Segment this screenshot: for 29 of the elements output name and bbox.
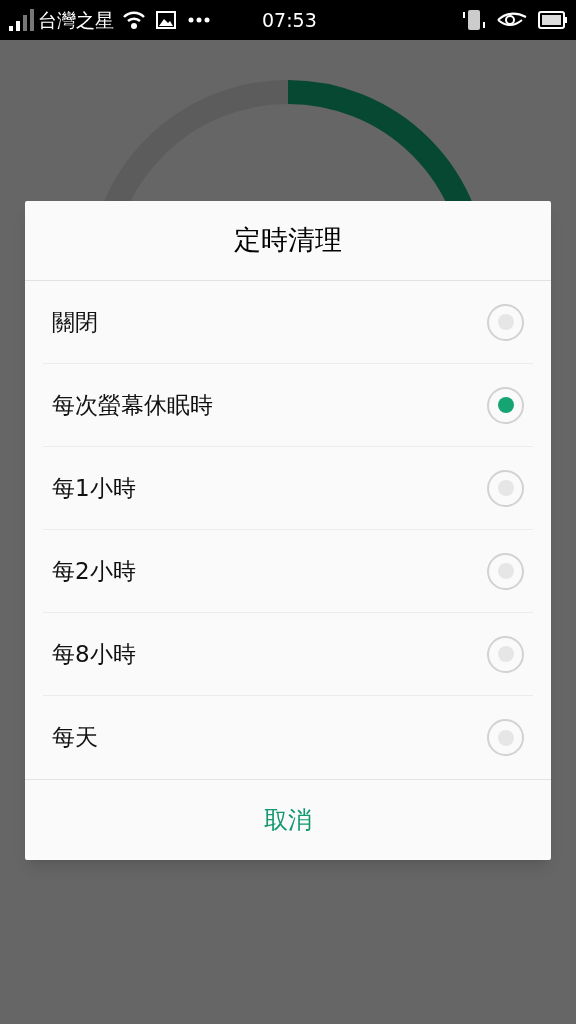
more-icon [188, 17, 210, 23]
option-row[interactable]: 每次螢幕休眠時 [43, 364, 533, 447]
option-row[interactable]: 每天 [43, 696, 533, 779]
radio-button[interactable] [487, 635, 524, 673]
option-label: 關閉 [52, 307, 98, 337]
carrier-name: 台灣之星 [38, 7, 114, 33]
option-row[interactable]: 每8小時 [43, 613, 533, 696]
clock-time: 07:53 [262, 7, 317, 33]
option-row[interactable]: 每1小時 [43, 447, 533, 530]
option-label: 每8小時 [52, 639, 136, 669]
option-label: 每天 [52, 723, 98, 753]
radio-button[interactable] [487, 303, 524, 341]
option-label: 每2小時 [52, 556, 136, 586]
battery-icon [538, 11, 568, 29]
radio-button[interactable] [487, 552, 524, 590]
radio-button[interactable] [487, 719, 524, 756]
radio-button[interactable] [487, 386, 524, 424]
dialog-title: 定時清理 [234, 223, 342, 258]
option-label: 每1小時 [52, 473, 136, 503]
eye-icon [496, 11, 528, 29]
option-row[interactable]: 關閉 [43, 281, 533, 364]
wifi-icon [122, 10, 146, 30]
signal-icon [8, 9, 34, 31]
cancel-button[interactable]: 取消 [244, 794, 332, 846]
option-label: 每次螢幕休眠時 [52, 390, 213, 420]
radio-button[interactable] [487, 469, 524, 507]
option-row[interactable]: 每2小時 [43, 530, 533, 613]
vibrate-icon [462, 9, 486, 31]
image-icon [156, 11, 176, 29]
